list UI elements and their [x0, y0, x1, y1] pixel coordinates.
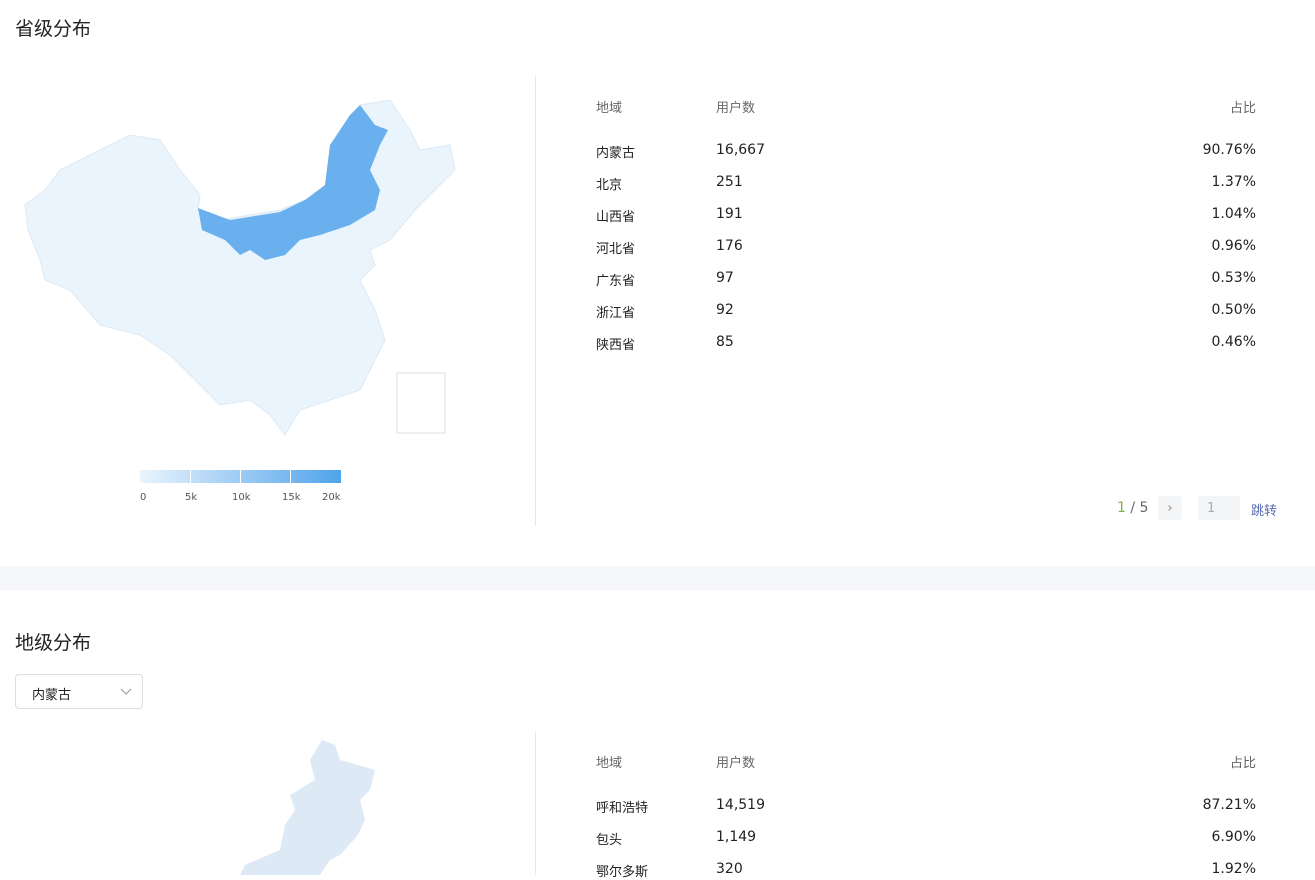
cell-region: 北京 — [596, 178, 623, 193]
select-value: 内蒙古 — [32, 688, 72, 703]
cell-users: 16,667 — [716, 142, 765, 158]
header-users: 用户数 — [716, 101, 756, 116]
header-ratio: 占比 — [1229, 101, 1256, 116]
cell-ratio: 1.37% — [1211, 174, 1256, 190]
cell-users: 14,519 — [716, 797, 765, 813]
chevron-down-icon — [120, 688, 132, 695]
section-separator — [0, 566, 1315, 590]
cell-ratio: 0.53% — [1211, 270, 1256, 286]
cell-users: 1,149 — [716, 829, 757, 845]
page-jump-input[interactable]: 1 — [1198, 496, 1240, 520]
cell-region: 浙江省 — [596, 306, 636, 321]
cell-region: 包头 — [596, 833, 623, 848]
city-region — [240, 740, 375, 875]
cell-region: 河北省 — [596, 242, 636, 257]
page-indicator: 1 / 5 — [1117, 500, 1148, 516]
cell-users: 92 — [716, 302, 734, 318]
cell-region: 内蒙古 — [596, 146, 636, 161]
cell-region: 鄂尔多斯 — [596, 865, 649, 880]
cell-users: 251 — [716, 174, 743, 190]
cell-region: 广东省 — [596, 274, 636, 289]
cell-ratio: 0.50% — [1211, 302, 1256, 318]
cell-ratio: 0.96% — [1211, 238, 1256, 254]
current-page: 1 — [1117, 500, 1126, 516]
cell-region: 呼和浩特 — [596, 801, 649, 816]
cell-ratio: 1.04% — [1211, 206, 1256, 222]
section-divider — [535, 76, 536, 526]
page-sep: / — [1125, 500, 1140, 516]
legend-tick: 5k — [185, 492, 198, 503]
total-pages: 5 — [1139, 500, 1149, 516]
header-region: 地域 — [596, 756, 623, 771]
header-ratio: 占比 — [1229, 756, 1256, 771]
cell-ratio: 87.21% — [1202, 797, 1256, 813]
province-section-title: 省级分布 — [15, 18, 92, 40]
cell-users: 191 — [716, 206, 743, 222]
next-page-button[interactable]: › — [1158, 496, 1182, 520]
south-sea-inset — [396, 372, 446, 434]
cell-region: 山西省 — [596, 210, 636, 225]
cell-ratio: 90.76% — [1202, 142, 1256, 158]
legend-tick: 10k — [232, 492, 251, 503]
chevron-right-icon: › — [1167, 500, 1173, 516]
cell-region: 陕西省 — [596, 338, 636, 353]
legend-color-bar — [140, 470, 341, 483]
city-section-title: 地级分布 — [15, 632, 92, 654]
cell-users: 176 — [716, 238, 743, 254]
cell-ratio: 0.46% — [1211, 334, 1256, 350]
china-map[interactable] — [20, 100, 460, 440]
legend-tick: 20k — [322, 492, 341, 503]
cell-users: 97 — [716, 270, 734, 286]
china-base-region — [24, 100, 456, 436]
inner-mongolia-map[interactable] — [240, 740, 380, 875]
cell-ratio: 6.90% — [1211, 829, 1256, 845]
section-divider — [535, 731, 536, 875]
legend-tick: 15k — [282, 492, 301, 503]
header-users: 用户数 — [716, 756, 756, 771]
cell-users: 85 — [716, 334, 734, 350]
province-select[interactable]: 内蒙古 — [15, 674, 143, 709]
header-region: 地域 — [596, 101, 623, 116]
legend-tick: 0 — [140, 492, 147, 503]
jump-button[interactable]: 跳转 — [1251, 500, 1277, 519]
